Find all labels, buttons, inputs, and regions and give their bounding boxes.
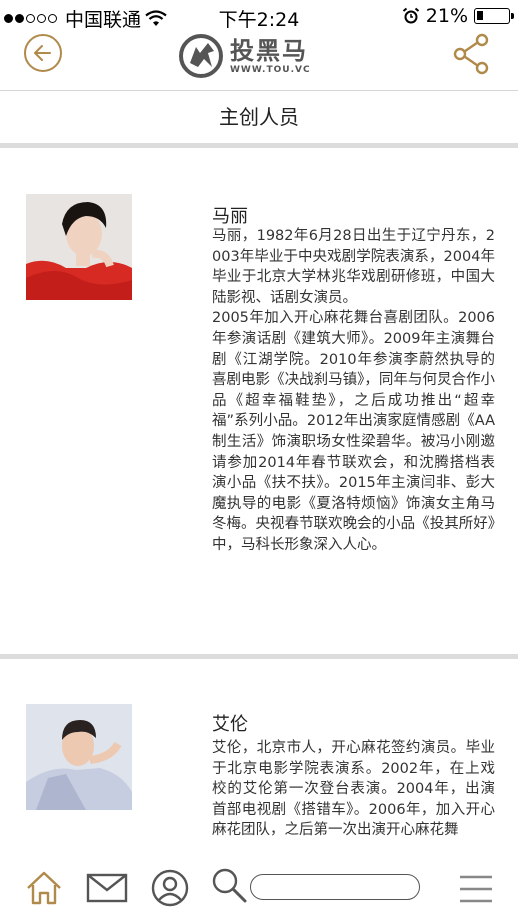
logo-url: WWW.TOU.VC [230, 65, 311, 75]
home-icon[interactable] [24, 868, 64, 908]
alarm-clock-icon [402, 7, 419, 24]
logo: 投黑马 WWW.TOU.VC [178, 28, 311, 84]
back-arrow-icon [34, 45, 51, 61]
battery-icon [474, 8, 514, 24]
app-header: 投黑马 WWW.TOU.VC [0, 32, 518, 90]
menu-icon[interactable] [458, 874, 494, 904]
logo-name: 投黑马 [230, 37, 308, 65]
person-bio: 艾伦，北京市人，开心麻花签约演员。毕业于北京电影学院表演系。2002年，在上戏校… [212, 740, 495, 839]
back-button[interactable] [24, 34, 62, 72]
mail-icon[interactable] [86, 872, 128, 904]
share-icon[interactable] [450, 32, 494, 76]
logo-text: 投黑马 WWW.TOU.VC [230, 37, 311, 75]
person-name: 艾伦 [212, 714, 248, 735]
search-icon[interactable] [210, 866, 248, 904]
portrait-image [26, 194, 132, 300]
person-bio: 马丽，1982年6月28日出生于辽宁丹东，2003年毕业于中央戏剧学院表演系，2… [212, 228, 495, 553]
battery-fill [477, 11, 483, 20]
person-photo [26, 704, 132, 810]
portrait-image [26, 704, 132, 810]
user-icon[interactable] [150, 868, 190, 908]
status-right: 21% [402, 5, 514, 27]
search-input[interactable] [250, 874, 420, 900]
page-title: 主创人员 [219, 105, 299, 129]
battery-percent: 21% [425, 5, 468, 27]
person-photo [26, 194, 132, 300]
person-name: 马丽 [212, 206, 248, 227]
bottom-toolbar [0, 858, 518, 920]
horse-logo-icon [179, 34, 223, 78]
section-divider [0, 654, 518, 659]
section-divider [0, 143, 518, 148]
